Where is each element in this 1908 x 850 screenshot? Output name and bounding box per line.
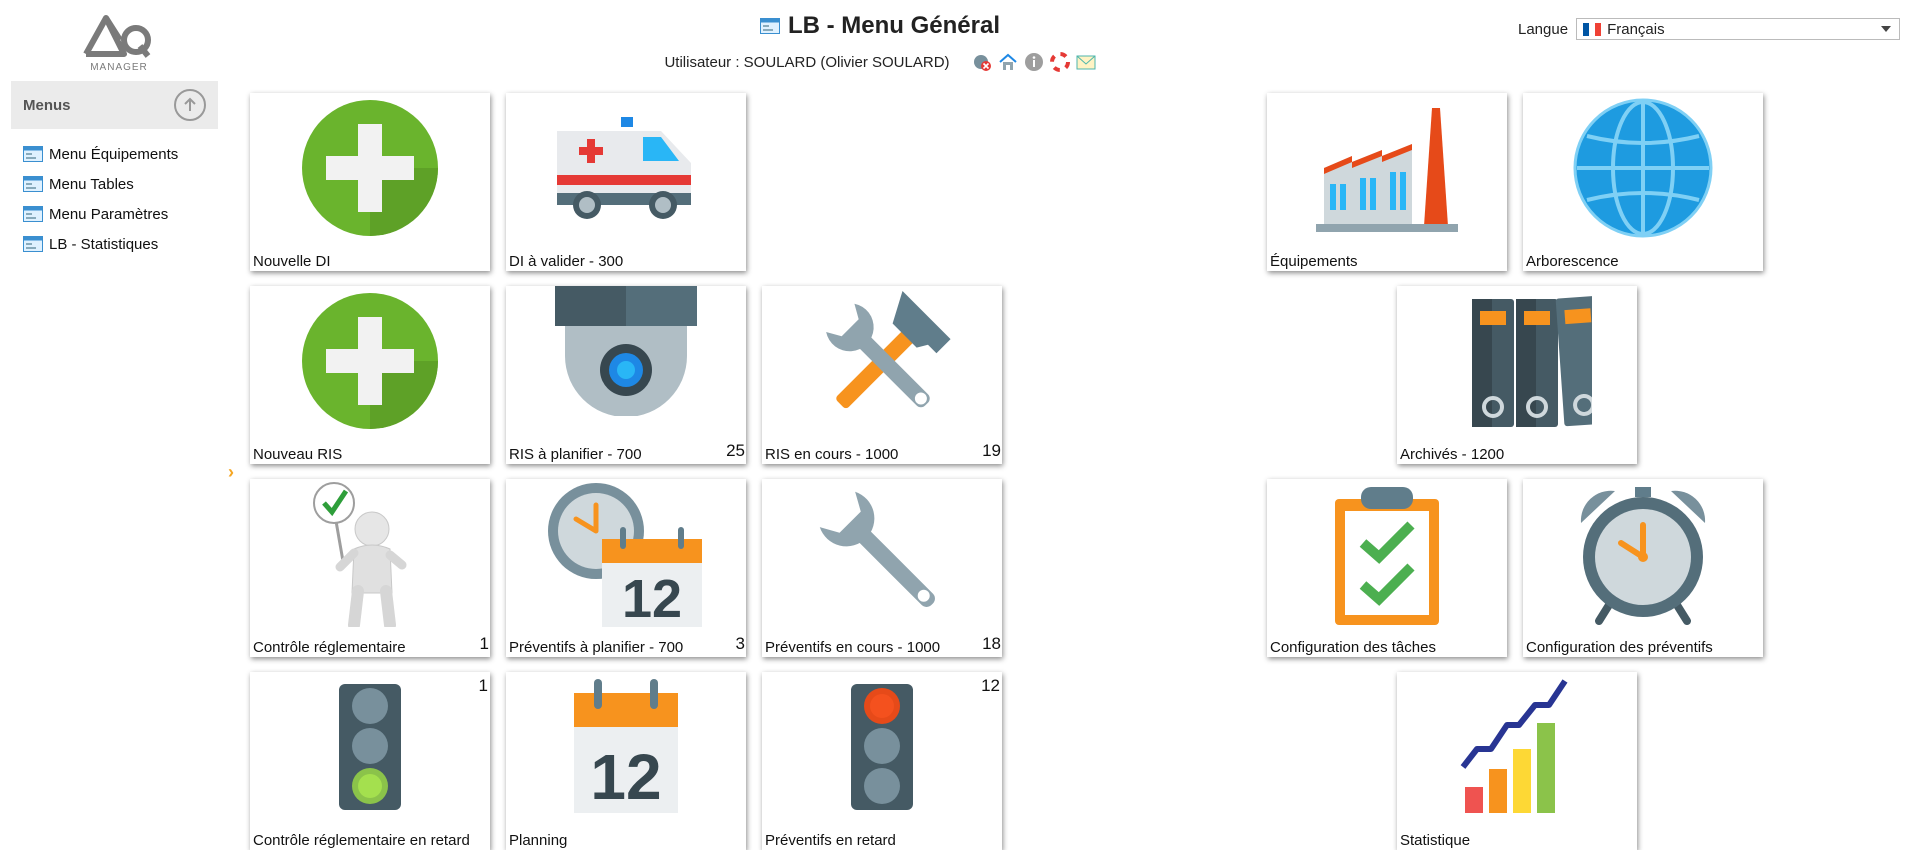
tile-preventifs-a-planifier[interactable]: 12 Préventifs à planifier - 700 3	[506, 479, 746, 657]
tile-label: Arborescence	[1526, 253, 1619, 270]
user-info: Utilisateur : SOULARD (Olivier SOULARD)	[664, 53, 950, 71]
tile-ris-a-planifier[interactable]: RIS à planifier - 700 25	[506, 286, 746, 464]
tile-label: Contrôle réglementaire	[253, 639, 406, 656]
tile-di-a-valider[interactable]: DI à valider - 300	[506, 93, 746, 271]
window-icon	[23, 206, 43, 222]
arrow-up-icon	[184, 97, 196, 111]
clock-calendar-icon: 12	[548, 483, 702, 627]
factory-icon	[1316, 108, 1458, 232]
tile-configuration-preventifs[interactable]: Configuration des préventifs	[1523, 479, 1763, 657]
tile-arborescence[interactable]: Arborescence	[1523, 93, 1763, 271]
calendar-day: 12	[590, 741, 661, 813]
alarm-clock-icon	[1580, 487, 1706, 625]
tile-archives[interactable]: Archivés - 1200	[1397, 286, 1637, 464]
tile-label: DI à valider - 300	[509, 253, 624, 270]
logout-icon[interactable]	[972, 52, 992, 72]
tools-icon	[826, 291, 951, 409]
tile-nouveau-ris[interactable]: Nouveau RIS	[250, 286, 490, 464]
calendar-day: 12	[622, 569, 682, 627]
sidebar-item-parametres[interactable]: Menu Paramètres	[11, 199, 218, 229]
sidebar-header: Menus	[11, 81, 218, 129]
window-icon	[23, 146, 43, 162]
page-title: LB - Menu Général	[759, 12, 1001, 40]
window-icon	[23, 176, 43, 192]
help-lifebuoy-icon[interactable]	[1049, 52, 1070, 72]
home-icon[interactable]	[998, 52, 1018, 72]
sidebar-item-label: Menu Équipements	[49, 145, 179, 163]
tile-label: RIS à planifier - 700	[509, 446, 642, 463]
tile-count: 12	[981, 676, 1000, 695]
expand-sidebar-icon[interactable]: ›	[228, 462, 234, 483]
tile-label: Archivés - 1200	[1400, 446, 1505, 463]
clipboard-check-icon	[1335, 487, 1439, 625]
chevron-down-icon	[1881, 26, 1892, 32]
calendar-icon: 12	[574, 679, 678, 813]
page-title-text: LB - Menu Général	[787, 12, 1001, 39]
tile-label: Préventifs à planifier - 700	[509, 639, 684, 656]
sidebar-item-statistiques[interactable]: LB - Statistiques	[11, 229, 218, 259]
tile-label: Préventifs en cours - 1000	[765, 639, 941, 656]
language-label: Langue	[1518, 20, 1569, 38]
plus-icon	[302, 293, 438, 429]
sidebar-item-label: Menu Tables	[49, 175, 134, 193]
tile-count: 18	[982, 634, 1001, 653]
tile-statistique[interactable]: Statistique	[1397, 672, 1637, 850]
traffic-light-green-icon	[339, 684, 401, 810]
window-icon	[23, 236, 43, 252]
language-selected: Français	[1607, 20, 1665, 38]
tile-label: Configuration des préventifs	[1526, 639, 1713, 656]
tile-count: 3	[735, 634, 745, 653]
tile-equipements[interactable]: Équipements	[1267, 93, 1507, 271]
tile-label: Configuration des tâches	[1270, 639, 1436, 656]
plus-icon	[302, 100, 438, 236]
tile-preventifs-retard[interactable]: Préventifs en retard 12	[762, 672, 1002, 850]
camera-dome-icon	[555, 286, 697, 416]
tile-label: Nouveau RIS	[253, 446, 343, 463]
mail-icon[interactable]	[1076, 52, 1096, 72]
ambulance-icon	[557, 117, 691, 219]
sidebar-item-tables[interactable]: Menu Tables	[11, 169, 218, 199]
sidebar-item-label: Menu Paramètres	[49, 205, 169, 223]
tile-count: 19	[982, 441, 1001, 460]
wrench-icon	[819, 491, 935, 607]
traffic-light-red-icon	[851, 684, 913, 810]
app-logo: MANAGER	[80, 10, 158, 73]
collapse-up-button[interactable]	[174, 89, 206, 121]
tile-label: Nouvelle DI	[253, 253, 331, 270]
info-icon[interactable]	[1024, 52, 1044, 72]
tile-count: 1	[479, 634, 489, 653]
person-check-icon	[313, 482, 407, 627]
bar-chart-icon	[1460, 679, 1568, 813]
tile-planning[interactable]: 12 Planning	[506, 672, 746, 850]
svg-text:MANAGER: MANAGER	[90, 62, 148, 72]
france-flag-icon	[1583, 22, 1602, 36]
tile-ris-en-cours[interactable]: RIS en cours - 1000 19	[762, 286, 1002, 464]
sidebar: Menus Menu Équipements Menu Tables Menu …	[11, 81, 218, 259]
binders-icon	[1472, 295, 1592, 427]
tile-preventifs-en-cours[interactable]: Préventifs en cours - 1000 18	[762, 479, 1002, 657]
tile-label: RIS en cours - 1000	[765, 446, 899, 463]
tile-label: Équipements	[1270, 253, 1358, 270]
sidebar-item-label: LB - Statistiques	[49, 235, 159, 253]
window-icon	[759, 18, 780, 34]
tile-controle-reglementaire[interactable]: Contrôle réglementaire 1	[250, 479, 490, 657]
tile-controle-reglementaire-retard[interactable]: Contrôle réglementaire en retard 1	[250, 672, 490, 850]
tile-count: 25	[726, 441, 745, 460]
language-select[interactable]: Français	[1576, 18, 1901, 40]
tile-count: 1	[478, 676, 488, 695]
tile-nouvelle-di[interactable]: Nouvelle DI	[250, 93, 490, 271]
globe-icon	[1573, 98, 1713, 238]
sidebar-item-equipements[interactable]: Menu Équipements	[11, 139, 218, 169]
tile-configuration-taches[interactable]: Configuration des tâches	[1267, 479, 1507, 657]
sidebar-title: Menus	[23, 96, 71, 114]
